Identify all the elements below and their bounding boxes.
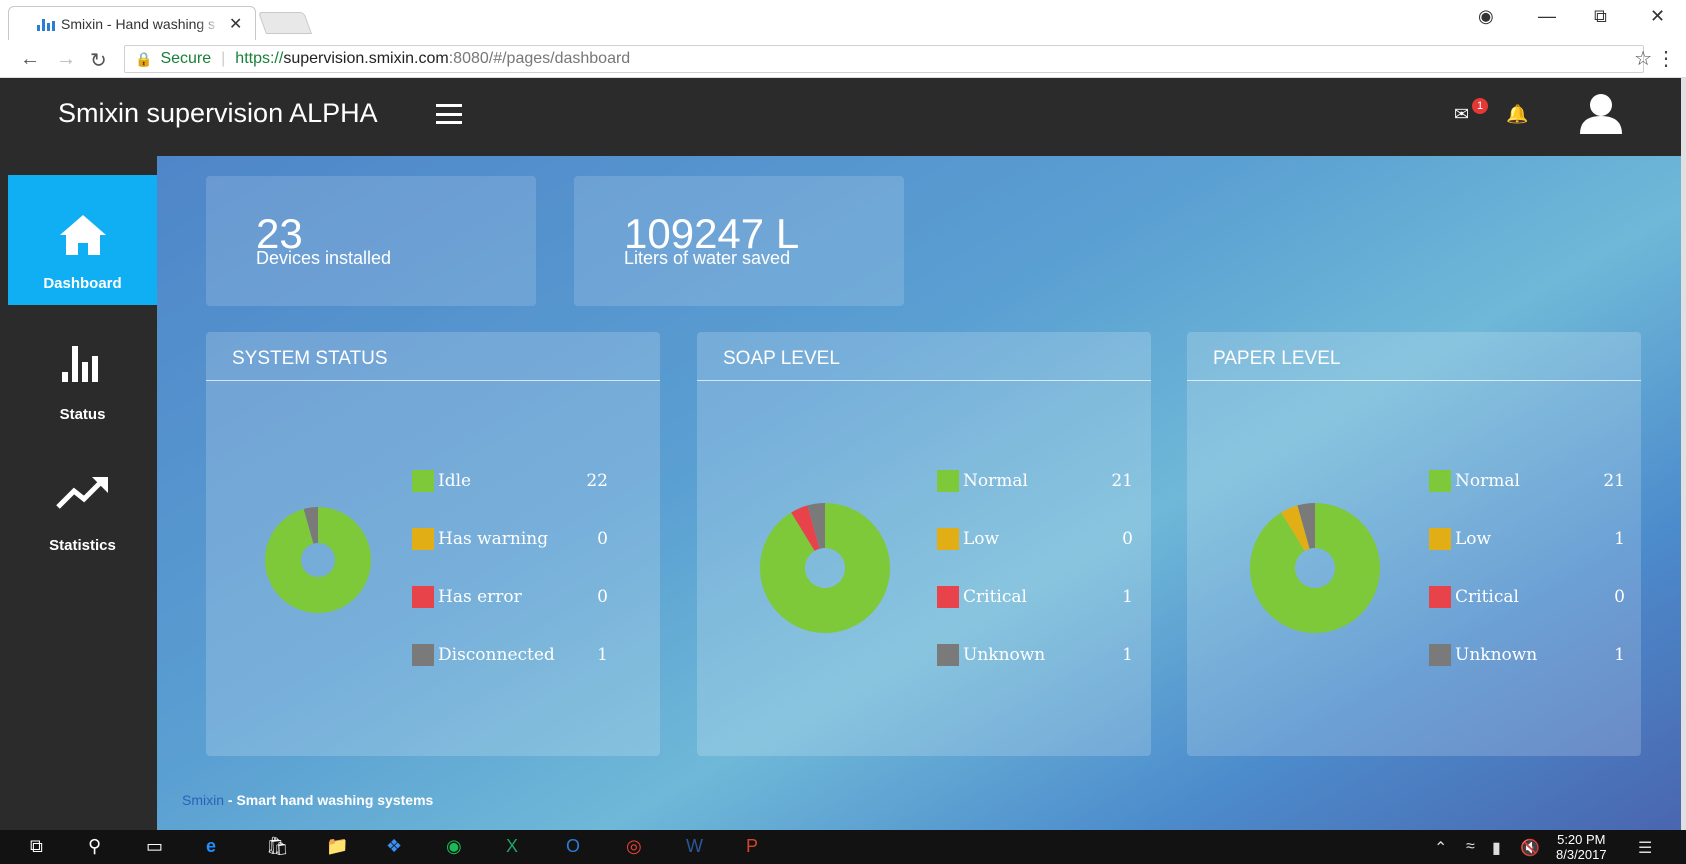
- panel-title: SYSTEM STATUS: [232, 348, 388, 369]
- lock-icon: 🔒: [135, 50, 153, 67]
- kpi-water-card: 109247 L Liters of water saved: [574, 176, 904, 306]
- excel-icon[interactable]: X: [506, 836, 518, 857]
- system-status-pie-chart: [265, 507, 371, 613]
- close-tab-icon[interactable]: ✕: [229, 14, 242, 34]
- windows-taskbar: ⧉ ⚲ ▭ e 🛍 📁 ❖ ◉ X O ◎ W P ⌃ ≈ ▮ 🔇 5:20 P…: [0, 830, 1686, 864]
- system-status-panel: SYSTEM STATUS Idle 22 Has warning 0 Has er…: [206, 332, 660, 756]
- task-view-icon[interactable]: ▭: [146, 836, 163, 857]
- panel-divider: [697, 380, 1151, 381]
- sidebar-item-status[interactable]: Status: [8, 306, 157, 436]
- footer-text: - Smart hand washing systems: [224, 792, 434, 808]
- browser-toolbar: ← → ↻ 🔒 Secure | https:// supervision.sm…: [0, 40, 1686, 78]
- wifi-icon[interactable]: ≈: [1466, 838, 1475, 856]
- close-window-icon[interactable]: ✕: [1650, 6, 1665, 27]
- user-avatar-icon[interactable]: [1578, 90, 1624, 136]
- app-header: Smixin supervision ALPHA ✉ 1 🔔: [0, 78, 1686, 156]
- panel-title: PAPER LEVEL: [1213, 348, 1341, 369]
- legend-item: Low 1: [1429, 528, 1649, 550]
- edge-icon[interactable]: e: [206, 836, 216, 857]
- spotify-icon[interactable]: ◉: [446, 836, 462, 857]
- legend-item: Has warning 0: [412, 528, 632, 550]
- sidebar-item-label: Statistics: [49, 537, 116, 554]
- soap-level-pie-chart: [760, 503, 890, 633]
- file-explorer-icon[interactable]: 📁: [326, 836, 348, 857]
- panel-divider: [206, 380, 660, 381]
- soap-level-panel: SOAP LEVEL Normal 21 Low 0 Critical 1 Unkno…: [697, 332, 1151, 756]
- sidebar-item-label: Status: [59, 406, 106, 423]
- sidebar-item-label: Dashboard: [43, 275, 122, 292]
- page-scrollbar[interactable]: [1681, 78, 1686, 830]
- url-separator: |: [221, 50, 226, 67]
- pie-hole: [805, 548, 845, 588]
- browser-tab-bar: Smixin - Hand washing s ✕ ◉ — ⧉ ✕: [0, 0, 1686, 40]
- kpi-devices-card: 23 Devices installed: [206, 176, 536, 306]
- pie-hole: [1295, 548, 1335, 588]
- mail-icon[interactable]: ✉: [1454, 104, 1469, 125]
- smixin-favicon-icon: [37, 17, 55, 31]
- url-host: supervision.smixin.com: [283, 50, 449, 67]
- legend-item: Unknown 1: [937, 644, 1157, 666]
- clock-time: 5:20 PM: [1557, 832, 1606, 847]
- profile-icon[interactable]: ◉: [1478, 6, 1494, 27]
- bookmark-star-icon[interactable]: ☆: [1634, 46, 1652, 71]
- legend-item: Critical 0: [1429, 586, 1649, 608]
- footer-brand-link[interactable]: Smixin: [182, 792, 224, 808]
- dropbox-icon[interactable]: ❖: [386, 836, 402, 857]
- pie-hole: [301, 543, 335, 577]
- dashboard-content: 23 Devices installed 109247 L Liters of …: [157, 156, 1681, 830]
- legend-item: Normal 21: [937, 470, 1157, 492]
- hamburger-menu-icon[interactable]: [436, 104, 462, 124]
- sidebar-item-dashboard[interactable]: Dashboard: [8, 175, 157, 305]
- mail-badge: 1: [1472, 98, 1488, 114]
- bar-chart-icon: [61, 346, 98, 382]
- legend-item: Critical 1: [937, 586, 1157, 608]
- url-scheme: https://: [235, 50, 284, 67]
- kpi-caption: Liters of water saved: [624, 248, 791, 268]
- back-icon[interactable]: ←: [20, 48, 40, 71]
- sidebar-item-statistics[interactable]: Statistics: [8, 437, 157, 567]
- browser-tab[interactable]: Smixin - Hand washing s ✕: [8, 6, 256, 40]
- legend-item: Idle 22: [412, 470, 632, 492]
- footer: Smixin - Smart hand washing systems: [182, 792, 433, 808]
- kpi-caption: Devices installed: [256, 248, 392, 268]
- panel-title: SOAP LEVEL: [723, 348, 840, 369]
- trend-up-icon: [55, 477, 108, 509]
- panel-divider: [1187, 380, 1641, 381]
- search-icon[interactable]: ⚲: [88, 836, 101, 857]
- reload-icon[interactable]: ↻: [90, 48, 107, 73]
- tray-chevron-icon[interactable]: ⌃: [1434, 838, 1447, 858]
- store-icon[interactable]: 🛍: [266, 836, 289, 857]
- home-icon: [59, 215, 106, 255]
- taskbar-clock[interactable]: 5:20 PM 8/3/2017: [1556, 832, 1607, 862]
- url-path: :8080/#/pages/dashboard: [448, 50, 631, 67]
- volume-muted-icon[interactable]: 🔇: [1520, 838, 1540, 858]
- restore-icon[interactable]: ⧉: [1594, 6, 1607, 27]
- powerpoint-icon[interactable]: P: [746, 836, 758, 857]
- battery-icon[interactable]: ▮: [1492, 838, 1501, 858]
- legend-item: Unknown 1: [1429, 644, 1649, 666]
- legend-item: Has error 0: [412, 586, 632, 608]
- browser-menu-icon[interactable]: ⋮: [1656, 46, 1676, 71]
- bell-icon[interactable]: 🔔: [1506, 104, 1528, 125]
- notifications-icon[interactable]: ☰: [1638, 838, 1652, 858]
- paper-level-panel: PAPER LEVEL Normal 21 Low 1 Critical 0 Unkn…: [1187, 332, 1641, 756]
- sidebar: Dashboard Status Statistics: [0, 156, 157, 830]
- app-title: Smixin supervision ALPHA: [58, 98, 378, 128]
- paper-level-pie-chart: [1250, 503, 1380, 633]
- legend-item: Disconnected 1: [412, 644, 632, 666]
- word-icon[interactable]: W: [686, 836, 703, 857]
- clock-date: 8/3/2017: [1556, 847, 1607, 862]
- tab-title: Smixin - Hand washing s: [61, 15, 216, 32]
- chrome-icon[interactable]: ◎: [626, 836, 642, 857]
- windows-start-icon[interactable]: ⧉: [30, 836, 43, 857]
- legend-item: Normal 21: [1429, 470, 1649, 492]
- forward-icon[interactable]: →: [56, 48, 76, 71]
- new-tab-button[interactable]: [257, 12, 313, 34]
- address-bar[interactable]: 🔒 Secure | https:// supervision.smixin.c…: [124, 45, 1644, 73]
- legend-item: Low 0: [937, 528, 1157, 550]
- secure-label: Secure: [160, 50, 212, 67]
- minimize-icon[interactable]: —: [1538, 6, 1556, 27]
- outlook-icon[interactable]: O: [566, 836, 580, 857]
